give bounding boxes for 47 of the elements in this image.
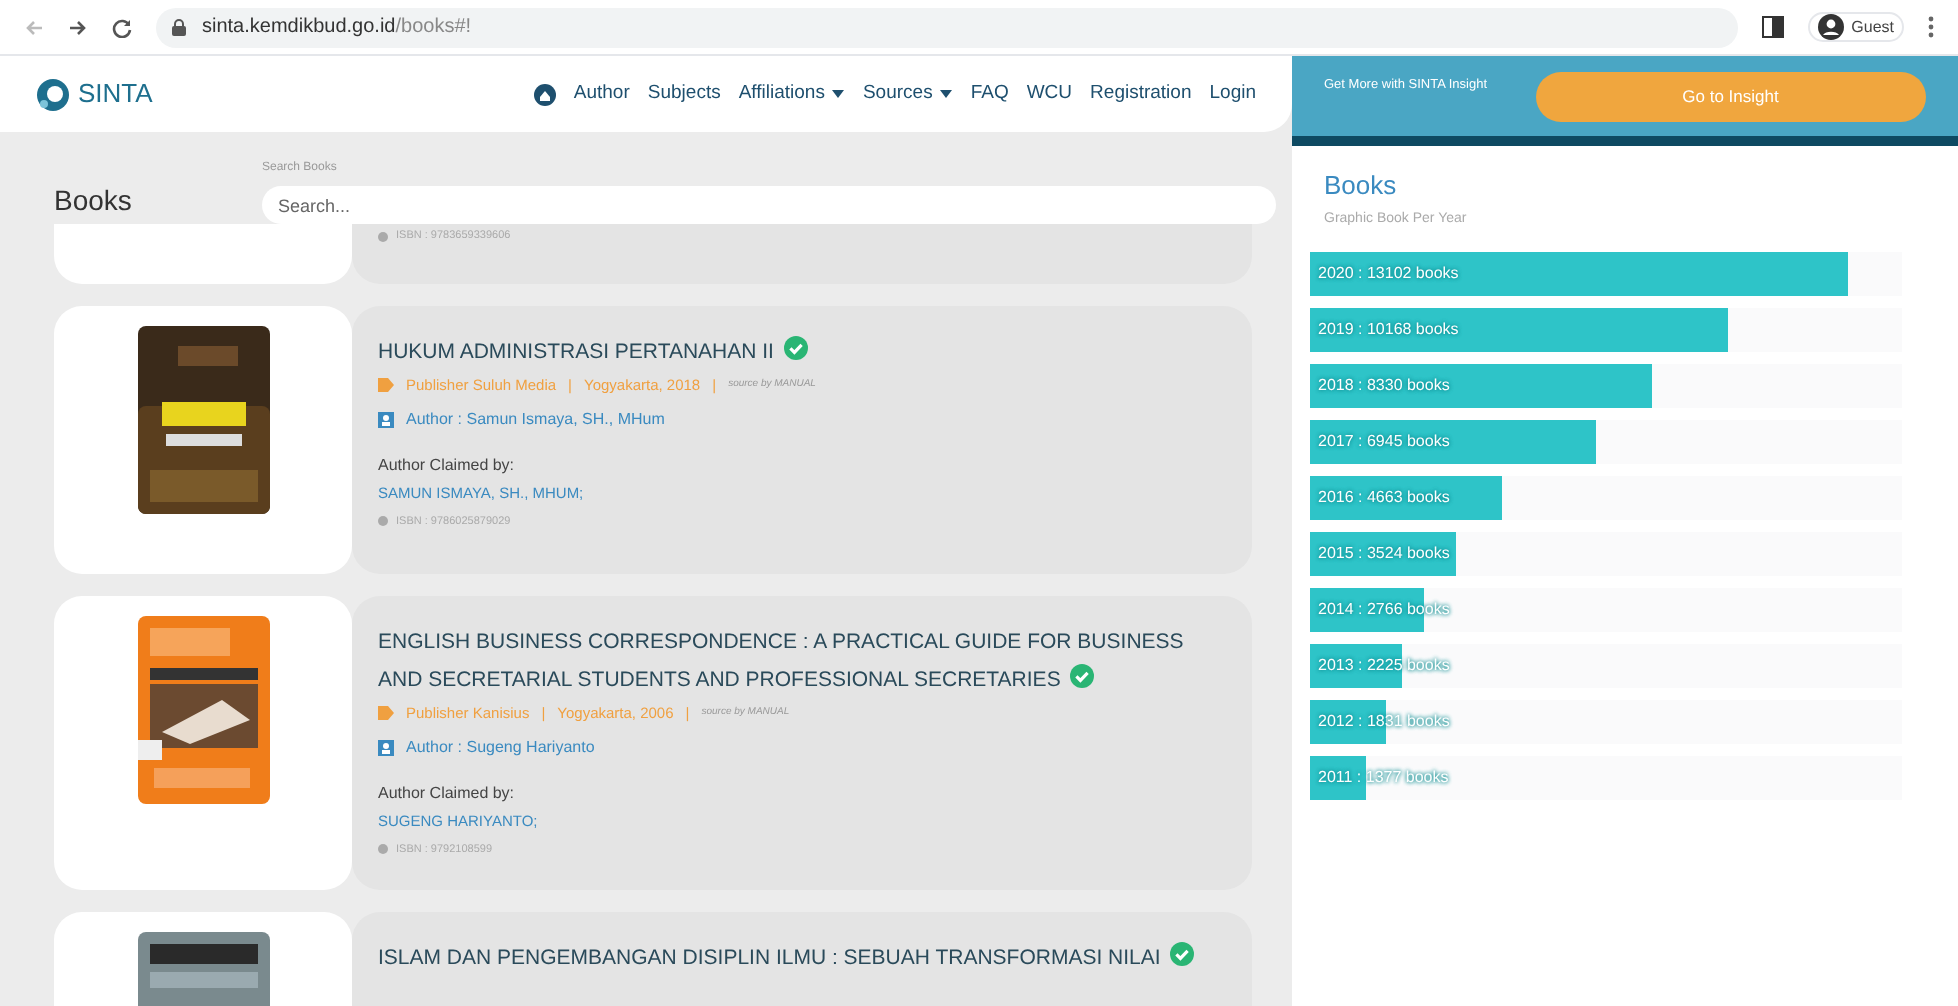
forward-icon[interactable] — [68, 17, 88, 37]
dot-icon — [378, 231, 388, 242]
side-panel-icon[interactable] — [1761, 16, 1784, 38]
bar-row[interactable]: 2019 : 10168 books — [1310, 308, 1902, 352]
more-icon[interactable] — [1928, 16, 1934, 38]
nav-link[interactable]: Login — [1209, 79, 1256, 109]
bar-row[interactable]: 2017 : 6945 books — [1310, 420, 1902, 464]
claimed-label: Author Claimed by: — [378, 782, 517, 807]
person-card-icon — [378, 740, 394, 757]
nav-link[interactable]: FAQ — [970, 79, 1009, 109]
author-text[interactable]: Author : Sugeng Hariyanto — [406, 736, 595, 761]
reload-icon[interactable] — [112, 17, 132, 37]
bar-row[interactable]: 2011 : 1377 books — [1310, 756, 1902, 800]
caret-icon — [832, 90, 845, 98]
caret-icon — [940, 90, 953, 98]
lock-icon — [172, 18, 186, 36]
author-text[interactable]: Author : Samun Ismaya, SH., MHum — [406, 408, 665, 433]
bar-row[interactable]: 2018 : 8330 books — [1310, 364, 1902, 408]
nav-link[interactable]: Subjects — [647, 79, 721, 109]
book-title[interactable]: ENGLISH BUSINESS CORRESPONDENCE : A PRACTICAL GUIDE FOR BUSINESS AND SECRETARIAL STUDENTS AND PROFESSIONAL SECRETARIES — [378, 624, 1220, 700]
nav-link[interactable]: WCU — [1026, 79, 1073, 109]
bar-row[interactable]: 2016 : 4663 books — [1310, 476, 1902, 520]
tag-icon — [378, 378, 394, 393]
brand-name[interactable]: SINTA — [78, 74, 153, 114]
book-title[interactable]: ISLAM DAN PENGEMBANGAN DISIPLIN ILMU : SEBUAH TRANSFORMASI NILAI — [378, 939, 1220, 978]
address-bar[interactable]: sinta.kemdikbud.go.id/books#! — [156, 7, 1738, 47]
search-field[interactable]: Search... — [262, 186, 1276, 224]
claimed-label: Author Claimed by: — [378, 454, 517, 479]
panel-title: Books — [1324, 168, 1399, 204]
profile-button[interactable]: Guest — [1807, 12, 1904, 42]
nav-link[interactable]: Sources — [862, 79, 953, 109]
person-card-icon — [378, 412, 394, 429]
home-icon[interactable] — [533, 83, 556, 105]
nav-link[interactable]: Registration — [1090, 79, 1192, 109]
bar-row[interactable]: 2015 : 3524 books — [1310, 532, 1902, 576]
tag-icon — [378, 706, 394, 721]
book-title[interactable]: HUKUM ADMINISTRASI PERTANAHAN II — [378, 334, 1220, 372]
bar-row[interactable]: 2020 : 13102 books — [1310, 252, 1902, 296]
dot-icon — [378, 516, 388, 527]
person-icon — [1817, 14, 1844, 40]
nav-link[interactable]: Affiliations — [738, 79, 845, 109]
logo-icon[interactable] — [36, 77, 70, 111]
nav-link[interactable]: Author — [573, 79, 630, 109]
insight-button[interactable]: Go to Insight — [1535, 72, 1926, 122]
dot-icon — [378, 844, 388, 855]
url-text: sinta.kemdikbud.go.id/books#! — [202, 14, 472, 42]
page-title: Books — [54, 182, 134, 220]
